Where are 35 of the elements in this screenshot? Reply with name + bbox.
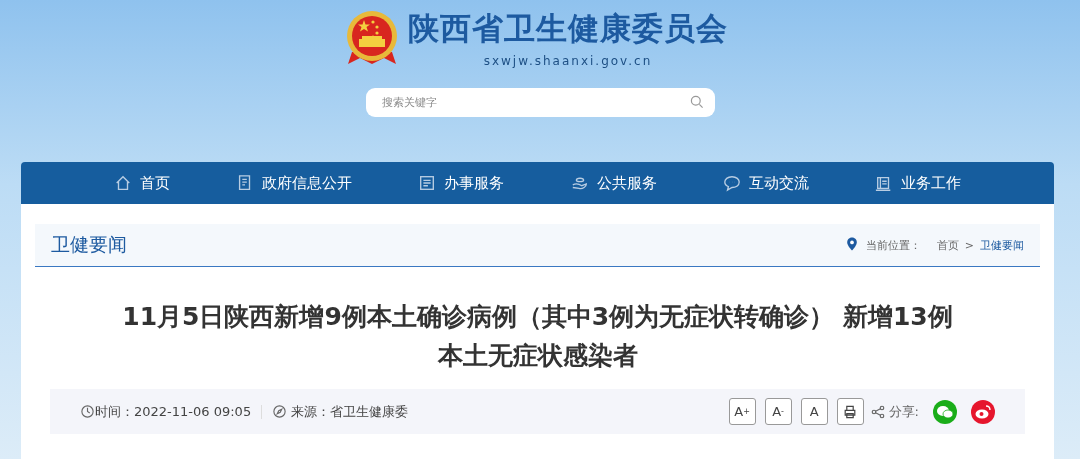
nav-item[interactable]: 公共服务 — [570, 173, 657, 193]
publish-time: 时间：2022-11-06 09:05 — [95, 402, 252, 421]
clock-icon — [80, 404, 95, 419]
site-url: sxwjw.shaanxi.gov.cn — [483, 54, 653, 68]
breadcrumb-separator: > — [964, 238, 974, 252]
font-size-button[interactable]: A — [800, 398, 828, 425]
print-button[interactable] — [836, 398, 864, 425]
book-icon — [874, 174, 893, 192]
breadcrumb-label: 当前位置： — [865, 237, 921, 253]
chat-bubbles-icon — [937, 404, 953, 419]
compass-icon — [272, 404, 288, 419]
share-icon — [869, 403, 886, 420]
section-title: 卫健要闻 — [51, 232, 127, 257]
site-title: 陕西省卫生健康委员会 — [408, 9, 728, 48]
weibo-share-button[interactable] — [971, 399, 995, 424]
eye-swirl-icon — [975, 404, 991, 419]
wechat-share-button[interactable] — [933, 399, 957, 424]
nav-item[interactable]: 互动交流 — [722, 173, 809, 193]
nav-item[interactable]: 办事服务 — [418, 173, 505, 193]
article-title-line: 本土无症状感染者 — [437, 340, 638, 372]
chat-icon — [722, 174, 741, 192]
home-icon — [114, 174, 133, 192]
search-icon — [688, 94, 705, 110]
nav-item[interactable]: 首页 — [114, 173, 171, 193]
font-size-button[interactable]: A$^{+}$ — [728, 398, 756, 425]
font-size-button[interactable]: A$^{-}$ — [764, 398, 792, 425]
share-label: 分享: — [888, 402, 919, 421]
search-field[interactable]: 搜索关键字 — [365, 88, 715, 117]
article-title-line: 11月5日陕西新增9例本土确诊病例（其中3例为无症状转确诊） 新增13例 — [122, 301, 953, 333]
nav-item[interactable]: 政府信息公开 — [236, 173, 353, 193]
breadcrumb-link[interactable]: 卫健要闻 — [980, 237, 1024, 253]
clipboard-icon — [418, 174, 437, 192]
nav-item[interactable]: 业务工作 — [874, 173, 961, 193]
breadcrumb-link[interactable]: 首页 — [936, 237, 959, 253]
article-source: 来源：省卫生健康委 — [291, 402, 409, 421]
